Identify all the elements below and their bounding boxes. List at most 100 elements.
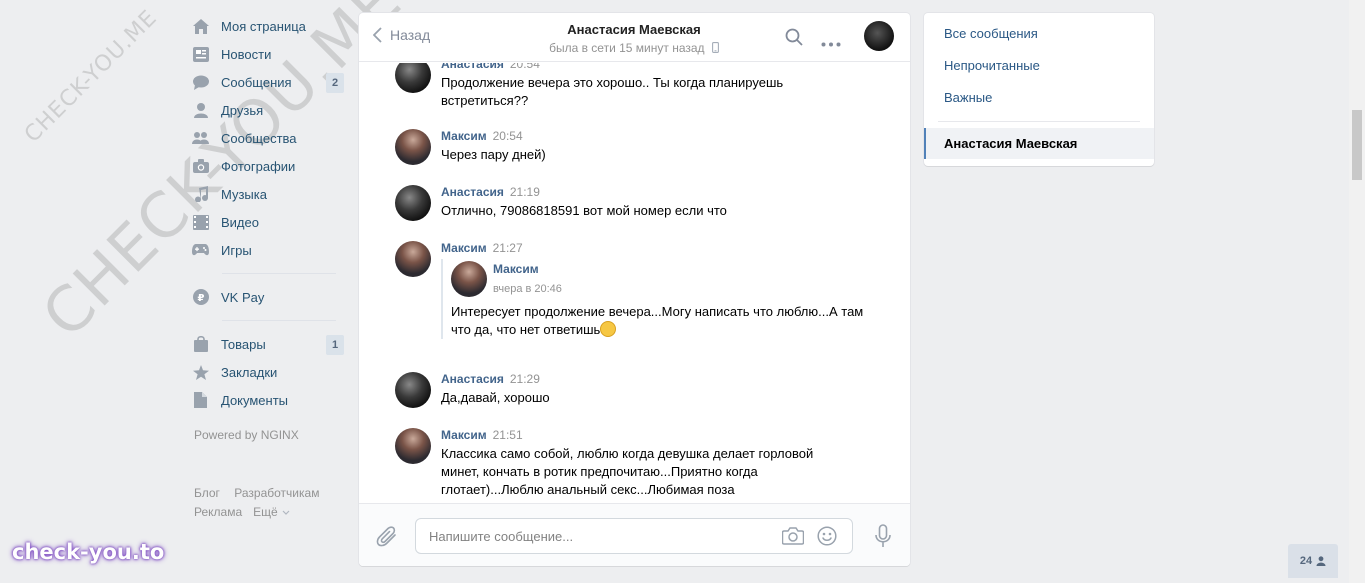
forwarded-message[interactable]: Максим вчера в 20:46 Интересует продолже… bbox=[441, 259, 870, 339]
message-author[interactable]: Максим bbox=[441, 241, 487, 255]
footer-links: Блог Разработчикам Реклама Ещё bbox=[194, 484, 344, 522]
online-friends-button[interactable]: 24 bbox=[1288, 544, 1338, 578]
page-scrollbar-thumb[interactable] bbox=[1352, 110, 1362, 180]
nav-label: Игры bbox=[221, 242, 252, 258]
groups-icon bbox=[192, 130, 209, 147]
peer-name: Анастасия Маевская bbox=[567, 22, 701, 37]
search-icon[interactable] bbox=[785, 28, 803, 49]
message-author[interactable]: Максим bbox=[441, 129, 487, 143]
nav-divider bbox=[222, 273, 336, 274]
nav-item-my-page[interactable]: Моя страница bbox=[192, 12, 344, 40]
message-composer bbox=[359, 503, 910, 566]
brand-watermark: check-you.to bbox=[12, 540, 165, 564]
nav-item-news[interactable]: Новости bbox=[192, 40, 344, 68]
nav-label: Друзья bbox=[221, 102, 264, 118]
chat-panel: Назад Анастасия Маевская была в сети 15 … bbox=[359, 13, 910, 566]
nav-label: Сообщества bbox=[221, 130, 297, 146]
message-text: Отлично, 79086818591 вот мой номер если … bbox=[441, 203, 727, 218]
message-text: Да,давай, хорошо bbox=[441, 390, 550, 405]
message-time[interactable]: 21:19 bbox=[510, 185, 540, 199]
gamepad-icon bbox=[192, 242, 209, 259]
nav-item-documents[interactable]: Документы bbox=[192, 386, 344, 414]
message-item: Максим 20:54 Через пару дней) bbox=[395, 129, 870, 165]
nav-label: Товары bbox=[221, 336, 266, 352]
message-text: Классика само собой, люблю когда девушка… bbox=[441, 446, 814, 497]
document-icon bbox=[192, 392, 209, 409]
message-time[interactable]: 21:27 bbox=[493, 241, 523, 255]
nav-item-games[interactable]: Игры bbox=[192, 236, 344, 264]
message-author[interactable]: Анастасия bbox=[441, 372, 504, 386]
message-input[interactable] bbox=[416, 519, 756, 553]
messages-counter-badge: 2 bbox=[326, 73, 344, 93]
footer-link-ads[interactable]: Реклама bbox=[194, 505, 242, 519]
message-item: Анастасия 21:29 Да,давай, хорошо bbox=[395, 372, 870, 408]
message-filters-panel: Все сообщения Непрочитанные Важные Анаст… bbox=[924, 13, 1154, 166]
peer-info[interactable]: Анастасия Маевская была в сети 15 минут … bbox=[509, 22, 759, 55]
nav-item-photos[interactable]: Фотографии bbox=[192, 152, 344, 180]
camera-icon[interactable] bbox=[781, 527, 805, 548]
microphone-icon[interactable] bbox=[875, 524, 891, 551]
news-icon bbox=[192, 46, 209, 63]
nav-item-messages[interactable]: Сообщения 2 bbox=[192, 68, 344, 96]
footer-link-more[interactable]: Ещё bbox=[253, 505, 290, 519]
message-time[interactable]: 20:54 bbox=[493, 129, 523, 143]
filters-divider bbox=[938, 121, 1140, 122]
page-scrollbar-track[interactable] bbox=[1349, 0, 1365, 583]
nav-item-bookmarks[interactable]: Закладки bbox=[192, 358, 344, 386]
message-item: Максим 21:51 Классика само собой, люблю к… bbox=[395, 428, 870, 499]
filter-important[interactable]: Важные bbox=[924, 82, 1154, 114]
avatar[interactable] bbox=[395, 185, 431, 221]
filter-unread[interactable]: Непрочитанные bbox=[924, 50, 1154, 82]
nav-item-music[interactable]: Музыка bbox=[192, 180, 344, 208]
avatar[interactable] bbox=[395, 63, 431, 93]
nav-label: Фотографии bbox=[221, 158, 296, 174]
svg-text:₽: ₽ bbox=[197, 293, 204, 304]
emoji-picker-icon[interactable] bbox=[817, 526, 837, 549]
avatar[interactable] bbox=[395, 428, 431, 464]
avatar[interactable] bbox=[451, 261, 487, 297]
nav-item-video[interactable]: Видео bbox=[192, 208, 344, 236]
message-time[interactable]: 21:29 bbox=[510, 372, 540, 386]
nav-item-vkpay[interactable]: ₽ VK Pay bbox=[192, 283, 344, 311]
forwarded-author[interactable]: Максим bbox=[493, 262, 870, 276]
back-button[interactable]: Назад bbox=[373, 27, 430, 43]
peer-avatar[interactable] bbox=[864, 21, 894, 51]
message-author[interactable]: Анастасия bbox=[441, 185, 504, 199]
message-item: Анастасия 21:19 Отлично, 79086818591 вот … bbox=[395, 185, 870, 221]
message-text: Продолжение вечера это хорошо.. Ты когда… bbox=[441, 75, 784, 108]
avatar[interactable] bbox=[395, 241, 431, 277]
friend-icon bbox=[192, 102, 209, 119]
chevron-left-icon bbox=[373, 27, 382, 43]
filter-active-conversation[interactable]: Анастасия Маевская bbox=[924, 128, 1154, 159]
powered-by-text: Powered by NGINX bbox=[194, 428, 299, 442]
message-history[interactable]: Анастасия 20:54 Продолжение вечера это хо… bbox=[359, 63, 910, 503]
avatar[interactable] bbox=[395, 129, 431, 165]
nav-label: Закладки bbox=[221, 364, 278, 380]
footer-link-developers[interactable]: Разработчикам bbox=[234, 486, 319, 500]
footer-link-blog[interactable]: Блог bbox=[194, 486, 220, 500]
video-icon bbox=[192, 214, 209, 231]
nav-label: VK Pay bbox=[221, 289, 265, 305]
peer-status: была в сети 15 минут назад bbox=[509, 41, 759, 55]
message-time[interactable]: 21:51 bbox=[493, 428, 523, 442]
forwarded-text-wrap: Интересует продолжение вечера...Могу нап… bbox=[451, 303, 870, 339]
message-text: Через пару дней) bbox=[441, 147, 546, 162]
forwarded-text: Интересует продолжение вечера...Могу нап… bbox=[451, 304, 864, 337]
filter-all-messages[interactable]: Все сообщения bbox=[924, 18, 1154, 50]
forwarded-time: вчера в 20:46 bbox=[493, 283, 562, 295]
message-author[interactable]: Анастасия bbox=[441, 63, 504, 71]
camera-icon bbox=[192, 158, 209, 175]
nav-item-goods[interactable]: Товары 1 bbox=[192, 330, 344, 358]
message-author[interactable]: Максим bbox=[441, 428, 487, 442]
nav-item-groups[interactable]: Сообщества bbox=[192, 124, 344, 152]
chevron-down-icon bbox=[282, 510, 290, 515]
message-input-box bbox=[415, 518, 853, 554]
nav-label: Музыка bbox=[221, 186, 267, 202]
more-icon[interactable] bbox=[821, 35, 841, 50]
nav-label: Новости bbox=[221, 46, 272, 62]
nav-item-friends[interactable]: Друзья bbox=[192, 96, 344, 124]
attach-icon[interactable] bbox=[376, 524, 398, 551]
message-time[interactable]: 20:54 bbox=[510, 63, 540, 71]
avatar[interactable] bbox=[395, 372, 431, 408]
online-count: 24 bbox=[1299, 555, 1313, 567]
